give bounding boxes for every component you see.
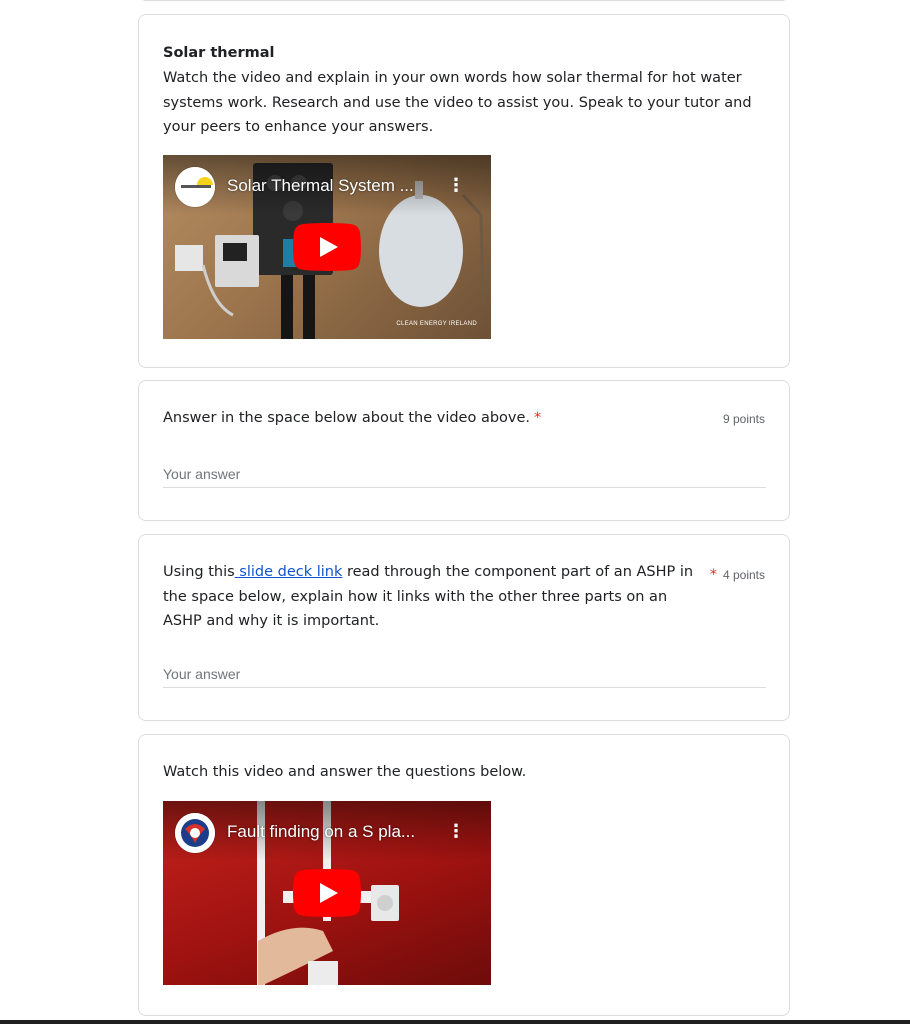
question-text-suffix: read through the component part of an AS… — [342, 564, 694, 580]
more-options-icon[interactable]: ⋮ — [447, 823, 465, 841]
video-item-card: Watch this video and answer the question… — [138, 734, 790, 1016]
required-asterisk: * — [709, 567, 717, 583]
question-text: Answer in the space below about the vide… — [163, 406, 541, 431]
question-line-1: Using this slide deck link read through … — [163, 560, 693, 585]
video-watermark: CLEAN ENERGY IRELAND — [396, 321, 477, 327]
question-line-2: the space below, explain how it links wi… — [163, 588, 668, 605]
video-item-text: Watch this video and answer the question… — [163, 764, 527, 780]
previous-card — [138, 0, 790, 1]
more-options-icon[interactable]: ⋮ — [447, 177, 465, 195]
section-description: Watch the video and explain in your own … — [163, 70, 752, 135]
points-label: 4 points — [722, 568, 765, 582]
channel-logo-icon[interactable] — [175, 167, 215, 207]
clean-energy-ireland-logo-icon — [175, 167, 215, 207]
question-text-prefix: Using this — [163, 564, 235, 580]
taskbar-edge — [0, 1020, 910, 1024]
points-label: 9 points — [722, 412, 765, 426]
play-button-icon[interactable] — [293, 869, 361, 917]
channel-avatar-icon[interactable] — [175, 813, 215, 853]
video-embed-fault-finding[interactable]: Fault finding on a S pla... ⋮ — [163, 801, 491, 985]
answer-input[interactable] — [163, 661, 766, 688]
required-asterisk: * — [534, 410, 542, 426]
play-button-icon[interactable] — [293, 223, 361, 271]
section-card-solar-thermal: Solar thermal Watch the video and explai… — [138, 14, 790, 368]
channel-avatar-graphic — [175, 813, 215, 853]
video-title[interactable]: Fault finding on a S pla... — [227, 822, 415, 842]
slide-deck-link[interactable]: slide deck link — [235, 564, 342, 580]
question-text: Using this slide deck link read through … — [163, 560, 693, 634]
section-title: Solar thermal — [163, 45, 275, 61]
question-line-3: ASHP and why it is important. — [163, 613, 380, 629]
question-card-1: Answer in the space below about the vide… — [138, 380, 790, 521]
video-embed-solar-thermal[interactable]: Solar Thermal System ... ⋮ CLEAN ENERGY … — [163, 155, 491, 339]
answer-input[interactable] — [163, 461, 766, 488]
video-title[interactable]: Solar Thermal System ... — [227, 176, 414, 196]
points-group: * 4 points — [706, 564, 765, 583]
question-card-2: Using this slide deck link read through … — [138, 534, 790, 721]
question-label: Answer in the space below about the vide… — [163, 410, 531, 426]
